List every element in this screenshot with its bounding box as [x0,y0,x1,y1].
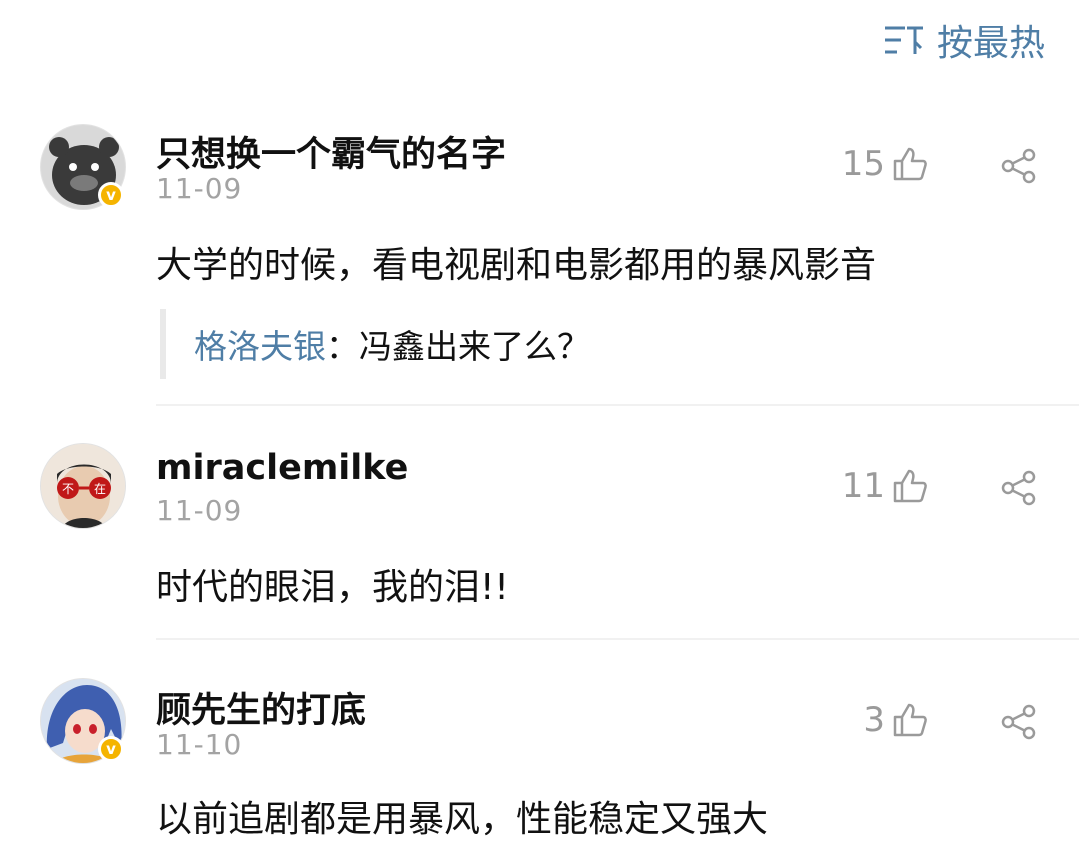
verified-icon: v [98,736,124,762]
comment-date: 11-10 [156,728,243,761]
sort-button[interactable]: 按最热 [881,14,1045,66]
like-count: 15 [841,144,885,184]
comment-date: 11-09 [156,172,243,205]
avatar[interactable]: v [40,124,126,210]
comment-date: 11-09 [156,494,243,527]
comment-text: 时代的眼泪，我的泪!! [156,567,509,608]
reply-block[interactable]: 格洛夫银 ：冯鑫出来了么？ [160,309,1040,379]
avatar[interactable]: 不 在 [40,443,126,529]
reply-username[interactable]: 格洛夫银 [194,320,326,368]
username[interactable]: 顾先生的打底 [156,682,366,733]
like-count: 3 [863,700,885,740]
share-icon[interactable] [999,702,1039,742]
divider [156,404,1079,406]
sort-label: 按最热 [936,23,1045,64]
username[interactable]: miraclemilke [156,448,408,488]
verified-icon: v [98,182,124,208]
like-count: 11 [841,466,885,506]
thumbs-up-icon [893,703,927,737]
thumbs-up-icon [893,469,927,503]
avatar[interactable]: v [40,678,126,764]
avatar-text-2: 在 [94,482,106,496]
share-icon[interactable] [999,468,1039,508]
thumbs-up-icon [893,147,927,181]
divider [156,638,1079,640]
reply-text: ：冯鑫出来了么？ [326,327,590,366]
like-button[interactable]: 11 [842,466,929,506]
sort-icon [881,20,927,60]
like-button[interactable]: 3 [863,700,929,740]
avatar-text-1: 不 [62,482,74,496]
like-button[interactable]: 15 [842,144,929,184]
username[interactable]: 只想换一个霸气的名字 [156,126,506,177]
comment-text: 大学的时候，看电视剧和电影都用的暴风影音 [156,245,877,286]
share-icon[interactable] [999,146,1039,186]
comment-text: 以前追剧都是用暴风，性能稳定又强大 [156,799,769,840]
